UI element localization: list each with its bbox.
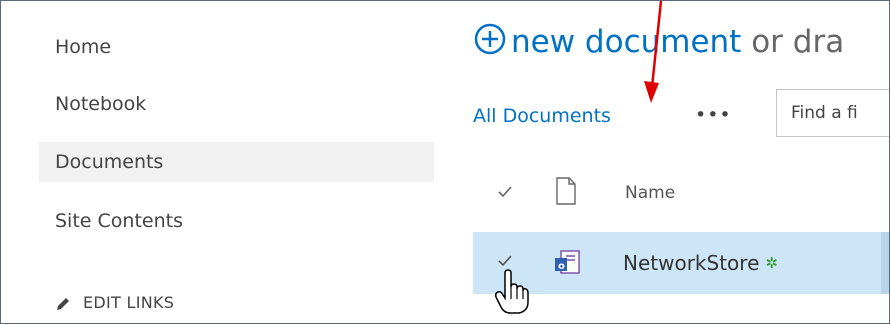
nav-item-site-contents[interactable]: Site Contents: [39, 201, 434, 241]
table-row[interactable]: o NetworkStore ✲: [473, 232, 889, 294]
column-header-name[interactable]: Name: [625, 183, 675, 203]
edit-links-label: EDIT LINKS: [83, 293, 175, 312]
search-input[interactable]: Find a fi: [776, 89, 889, 137]
new-item-marker: ✲: [765, 254, 778, 272]
file-icon: [556, 177, 576, 205]
red-arrow-annotation: [644, 1, 663, 103]
onenote-icon: o: [555, 250, 580, 274]
svg-text:o: o: [558, 261, 565, 272]
nav-item-home[interactable]: Home: [39, 27, 434, 67]
or-drag-text: or dra: [751, 24, 845, 60]
edit-links-button[interactable]: EDIT LINKS: [55, 283, 174, 323]
list-header: Name: [471, 171, 889, 221]
sharepoint-page: Home Notebook Documents Site Contents ED…: [0, 0, 890, 324]
nav-item-documents[interactable]: Documents: [39, 142, 434, 182]
checkmark-icon[interactable]: [497, 254, 513, 268]
hand-cursor-icon: [495, 269, 529, 314]
document-name-link[interactable]: NetworkStore ✲: [623, 248, 778, 278]
row-edge: [881, 232, 889, 294]
view-all-documents[interactable]: All Documents: [473, 101, 611, 131]
new-document-label: new document: [511, 24, 742, 60]
pencil-icon: [57, 297, 69, 310]
plus-circle-icon: [474, 23, 506, 55]
checkmark-icon[interactable]: [497, 185, 513, 199]
more-options-button[interactable]: •••: [695, 100, 732, 130]
document-name: NetworkStore: [623, 251, 760, 275]
nav-item-notebook[interactable]: Notebook: [39, 84, 434, 124]
